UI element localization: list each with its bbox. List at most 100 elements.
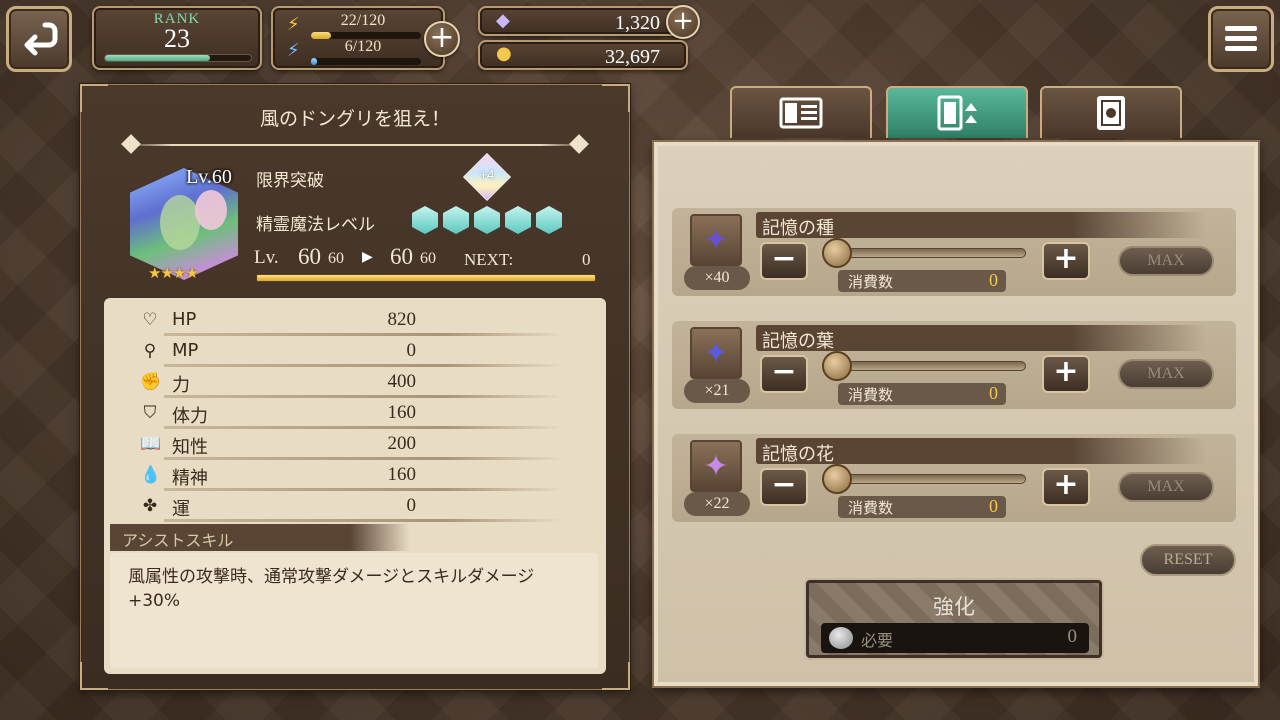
portrait-figure	[160, 195, 200, 250]
back-button[interactable]	[6, 6, 72, 72]
max-button[interactable]: MAX	[1118, 246, 1214, 276]
stamina-panel: ⚡ 22/120 ⚡ 6/120	[271, 6, 445, 70]
card-icon	[1097, 96, 1125, 130]
mana-fill	[311, 58, 317, 65]
stat-value: 0	[406, 340, 417, 361]
stat-divider	[164, 333, 564, 336]
stat-row: ⚲ MP 0	[134, 337, 564, 367]
amount-slider-track[interactable]	[826, 361, 1026, 371]
stat-divider	[164, 519, 564, 522]
stat-divider	[164, 488, 564, 491]
rank-value: 23	[164, 24, 190, 53]
shield-icon: ⛉	[143, 403, 157, 423]
material-row: ✦ ×21 記憶の葉 − 消費数 0 + MAX	[672, 321, 1236, 409]
add-stamina-button[interactable]: +	[424, 21, 460, 57]
consume-label: 消費数	[848, 499, 894, 517]
material-count: ×21	[684, 379, 750, 403]
quest-title: 風のドングリを狙え！	[259, 108, 450, 130]
rarity-stars: ★★★★	[148, 264, 199, 282]
increase-button[interactable]: +	[1042, 242, 1090, 280]
gold-panel: ● 32,697	[478, 40, 688, 70]
stat-row: ⛉ 体力 160	[134, 399, 564, 429]
consume-value: 0	[989, 496, 998, 516]
title-divider	[126, 144, 586, 146]
amount-slider-track[interactable]	[826, 248, 1026, 258]
spirit-gem-icon	[443, 206, 469, 234]
spirit-magic-gems	[412, 206, 562, 234]
next-label: NEXT:	[464, 250, 514, 269]
stat-value: 200	[387, 433, 417, 454]
stat-row: ✤ 運 0	[134, 492, 564, 522]
consume-display: 消費数 0	[838, 496, 1006, 518]
stat-name: 力	[172, 375, 190, 396]
rank-exp-bar	[104, 54, 252, 62]
material-name: 記憶の花	[762, 444, 834, 465]
amount-slider-track[interactable]	[826, 474, 1026, 484]
heart-icon: ♡	[142, 310, 158, 330]
material-count: ×22	[684, 492, 750, 516]
crystal-icon: ✦	[703, 222, 729, 258]
tab-card[interactable]	[1040, 86, 1182, 138]
level-exp-bar	[256, 274, 596, 282]
consume-value: 0	[989, 270, 998, 290]
material-thumbnail: ✦	[690, 440, 742, 492]
max-button[interactable]: MAX	[1118, 359, 1214, 389]
stat-name: 精神	[172, 468, 208, 489]
decrease-button[interactable]: −	[760, 468, 808, 506]
decrease-button[interactable]: −	[760, 355, 808, 393]
material-row: ✦ ×40 記憶の種 − 消費数 0 + MAX	[672, 208, 1236, 296]
consume-label: 消費数	[848, 386, 894, 404]
tab-enhance[interactable]	[886, 86, 1028, 138]
mp-icon: ⚲	[143, 341, 157, 361]
stat-row: 💧 精神 160	[134, 461, 564, 491]
enhance-card-icon	[937, 95, 977, 131]
profile-card-icon	[779, 97, 823, 129]
gold-count: 32,697	[605, 46, 660, 68]
tab-profile[interactable]	[730, 86, 872, 138]
stat-value: 820	[387, 309, 417, 330]
add-gem-button[interactable]: +	[666, 5, 700, 39]
reset-button[interactable]: RESET	[1140, 544, 1236, 576]
spirit-gem-icon	[474, 206, 500, 234]
mana-text: 6/120	[344, 38, 382, 55]
stat-name: HP	[172, 309, 197, 330]
enhance-label: 強化	[933, 595, 975, 619]
consume-display: 消費数 0	[838, 270, 1006, 292]
spirit-gem-icon	[412, 206, 438, 234]
consume-value: 0	[989, 383, 998, 403]
corner-ornament	[602, 662, 630, 690]
increase-button[interactable]: +	[1042, 468, 1090, 506]
stat-divider	[164, 457, 564, 460]
star-icon: ★	[172, 264, 186, 282]
stat-row: ✊ 力 400	[134, 368, 564, 398]
amount-slider-knob[interactable]	[822, 351, 852, 381]
stat-name: 体力	[172, 406, 208, 427]
menu-button[interactable]	[1208, 6, 1274, 72]
crystal-icon: ✦	[703, 335, 729, 371]
decrease-button[interactable]: −	[760, 242, 808, 280]
portrait-figure	[195, 190, 227, 230]
star-icon: ★	[185, 264, 198, 282]
enhance-button[interactable]: 強化 必要 0	[806, 580, 1102, 658]
material-thumbnail: ✦	[690, 327, 742, 379]
amount-slider-knob[interactable]	[822, 238, 852, 268]
stat-name: MP	[172, 340, 199, 361]
assist-skill-header: アシストスキル	[110, 524, 410, 551]
max-button[interactable]: MAX	[1118, 472, 1214, 502]
star-icon: ★	[148, 264, 161, 282]
amount-slider-knob[interactable]	[822, 464, 852, 494]
increase-button[interactable]: +	[1042, 355, 1090, 393]
stat-value: 160	[387, 464, 417, 485]
rank-exp-fill	[105, 55, 211, 61]
lv-next-max: 60	[420, 250, 436, 267]
gold-coin-icon: ●	[496, 43, 512, 64]
stat-divider	[164, 364, 564, 367]
next-value: 0	[582, 250, 591, 269]
crystal-icon: ✦	[703, 448, 729, 484]
level-exp-fill	[257, 275, 595, 281]
silver-coin-icon	[829, 627, 853, 649]
stat-row: ♡ HP 820	[134, 306, 564, 336]
book-icon: 📖	[140, 434, 162, 454]
clover-icon: ✤	[142, 496, 158, 516]
stat-value: 0	[406, 495, 417, 516]
